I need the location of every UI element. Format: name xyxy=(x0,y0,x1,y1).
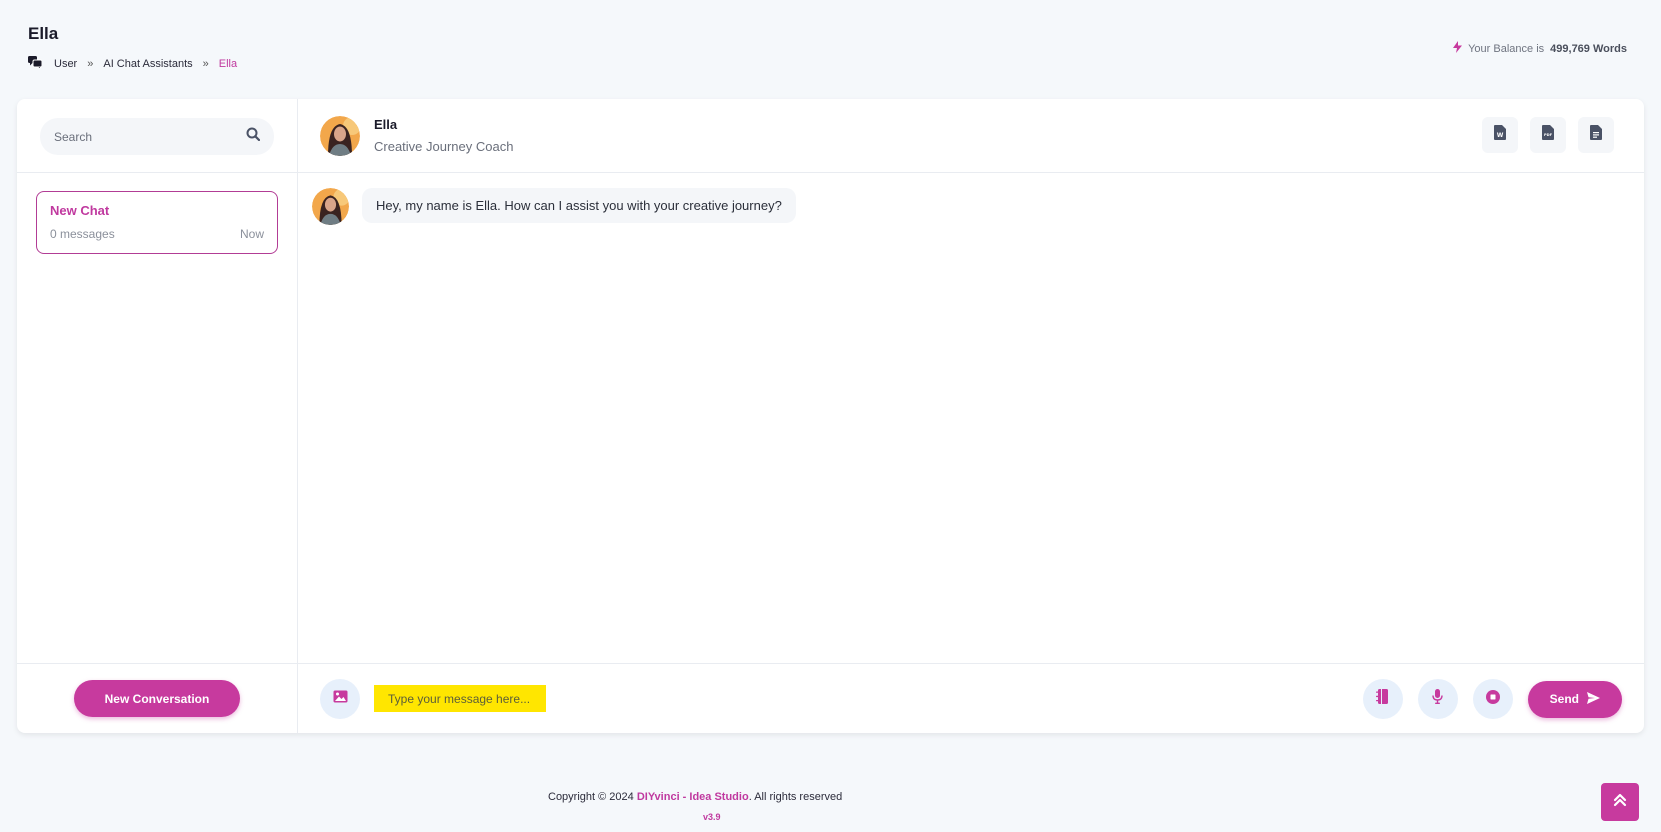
conversation-sidebar: New Chat 0 messages Now New Conversation xyxy=(17,99,298,733)
app-version: v3.9 xyxy=(703,812,721,822)
conversation-list: New Chat 0 messages Now xyxy=(17,173,297,663)
breadcrumb-separator: » xyxy=(202,57,209,70)
sidebar-footer: New Conversation xyxy=(17,663,297,733)
send-button[interactable]: Send xyxy=(1527,680,1622,718)
scroll-to-top-button[interactable] xyxy=(1601,783,1639,821)
chat-main: Ella Creative Journey Coach W PDF Hey, m… xyxy=(298,99,1644,733)
lightning-icon xyxy=(1453,41,1463,56)
breadcrumb: User » AI Chat Assistants » Ella xyxy=(28,56,237,71)
microphone-icon xyxy=(1432,689,1443,709)
breadcrumb-ai-chat-assistants[interactable]: AI Chat Assistants xyxy=(103,58,192,70)
page-header: Ella User » AI Chat Assistants » Ella xyxy=(28,24,237,71)
image-icon xyxy=(333,690,348,708)
page-title: Ella xyxy=(28,24,59,43)
double-chevron-up-icon xyxy=(1613,793,1627,812)
search-icon[interactable] xyxy=(246,127,261,146)
svg-text:W: W xyxy=(1497,132,1504,139)
conversation-title: New Chat xyxy=(50,203,110,218)
copyright-prefix: Copyright © 2024 xyxy=(548,791,634,803)
assistant-role: Creative Journey Coach xyxy=(374,139,514,154)
message-list: Hey, my name is Ella. How can I assist y… xyxy=(298,173,1644,663)
chat-card: New Chat 0 messages Now New Conversation xyxy=(17,99,1644,733)
chat-header: Ella Creative Journey Coach W PDF xyxy=(298,99,1644,173)
pdf-file-icon: PDF xyxy=(1542,125,1554,145)
word-balance: Your Balance is 499,769 Words xyxy=(1453,41,1627,56)
breadcrumb-current: Ella xyxy=(218,57,238,70)
copyright-suffix: . All rights reserved xyxy=(748,791,843,803)
search-input[interactable] xyxy=(54,129,224,144)
balance-value: 499,769 Words xyxy=(1550,42,1627,55)
search-section xyxy=(17,99,297,173)
assistant-message: Hey, my name is Ella. How can I assist y… xyxy=(312,188,1630,225)
breadcrumb-user[interactable]: User xyxy=(54,58,77,70)
chat-bubbles-icon xyxy=(28,56,43,71)
conversation-time: Now xyxy=(239,227,264,241)
svg-text:PDF: PDF xyxy=(1544,133,1553,137)
message-bubble: Hey, my name is Ella. How can I assist y… xyxy=(362,188,796,223)
export-word-button[interactable]: W xyxy=(1482,117,1518,153)
export-pdf-button[interactable]: PDF xyxy=(1530,117,1566,153)
assistant-avatar xyxy=(320,115,360,156)
stop-circle-icon xyxy=(1485,689,1500,709)
message-input[interactable] xyxy=(374,685,546,712)
conversation-item[interactable]: New Chat 0 messages Now xyxy=(36,191,278,254)
export-text-button[interactable] xyxy=(1578,117,1614,153)
assistant-name: Ella xyxy=(374,117,398,132)
export-buttons: W PDF xyxy=(1482,117,1614,153)
breadcrumb-separator: » xyxy=(87,57,94,70)
message-avatar xyxy=(312,188,349,225)
word-file-icon: W xyxy=(1494,125,1506,145)
footer-copyright: Copyright © 2024 DIYvinci - Idea Studio.… xyxy=(548,791,842,803)
message-composer: Send xyxy=(298,663,1644,733)
balance-prefix: Your Balance is xyxy=(1468,42,1545,55)
conversation-message-count: 0 messages xyxy=(50,227,115,241)
footer-brand-link[interactable]: DIYvinci - Idea Studio xyxy=(637,791,749,803)
stop-button[interactable] xyxy=(1472,679,1513,719)
send-label: Send xyxy=(1549,692,1579,706)
attach-image-button[interactable] xyxy=(320,678,360,719)
prompt-library-button[interactable] xyxy=(1362,679,1403,719)
search-box xyxy=(40,118,274,155)
text-file-icon xyxy=(1590,125,1602,145)
paper-plane-icon xyxy=(1587,691,1600,707)
voice-input-button[interactable] xyxy=(1417,679,1458,719)
new-conversation-button[interactable]: New Conversation xyxy=(73,680,241,717)
notebook-icon xyxy=(1376,689,1389,709)
